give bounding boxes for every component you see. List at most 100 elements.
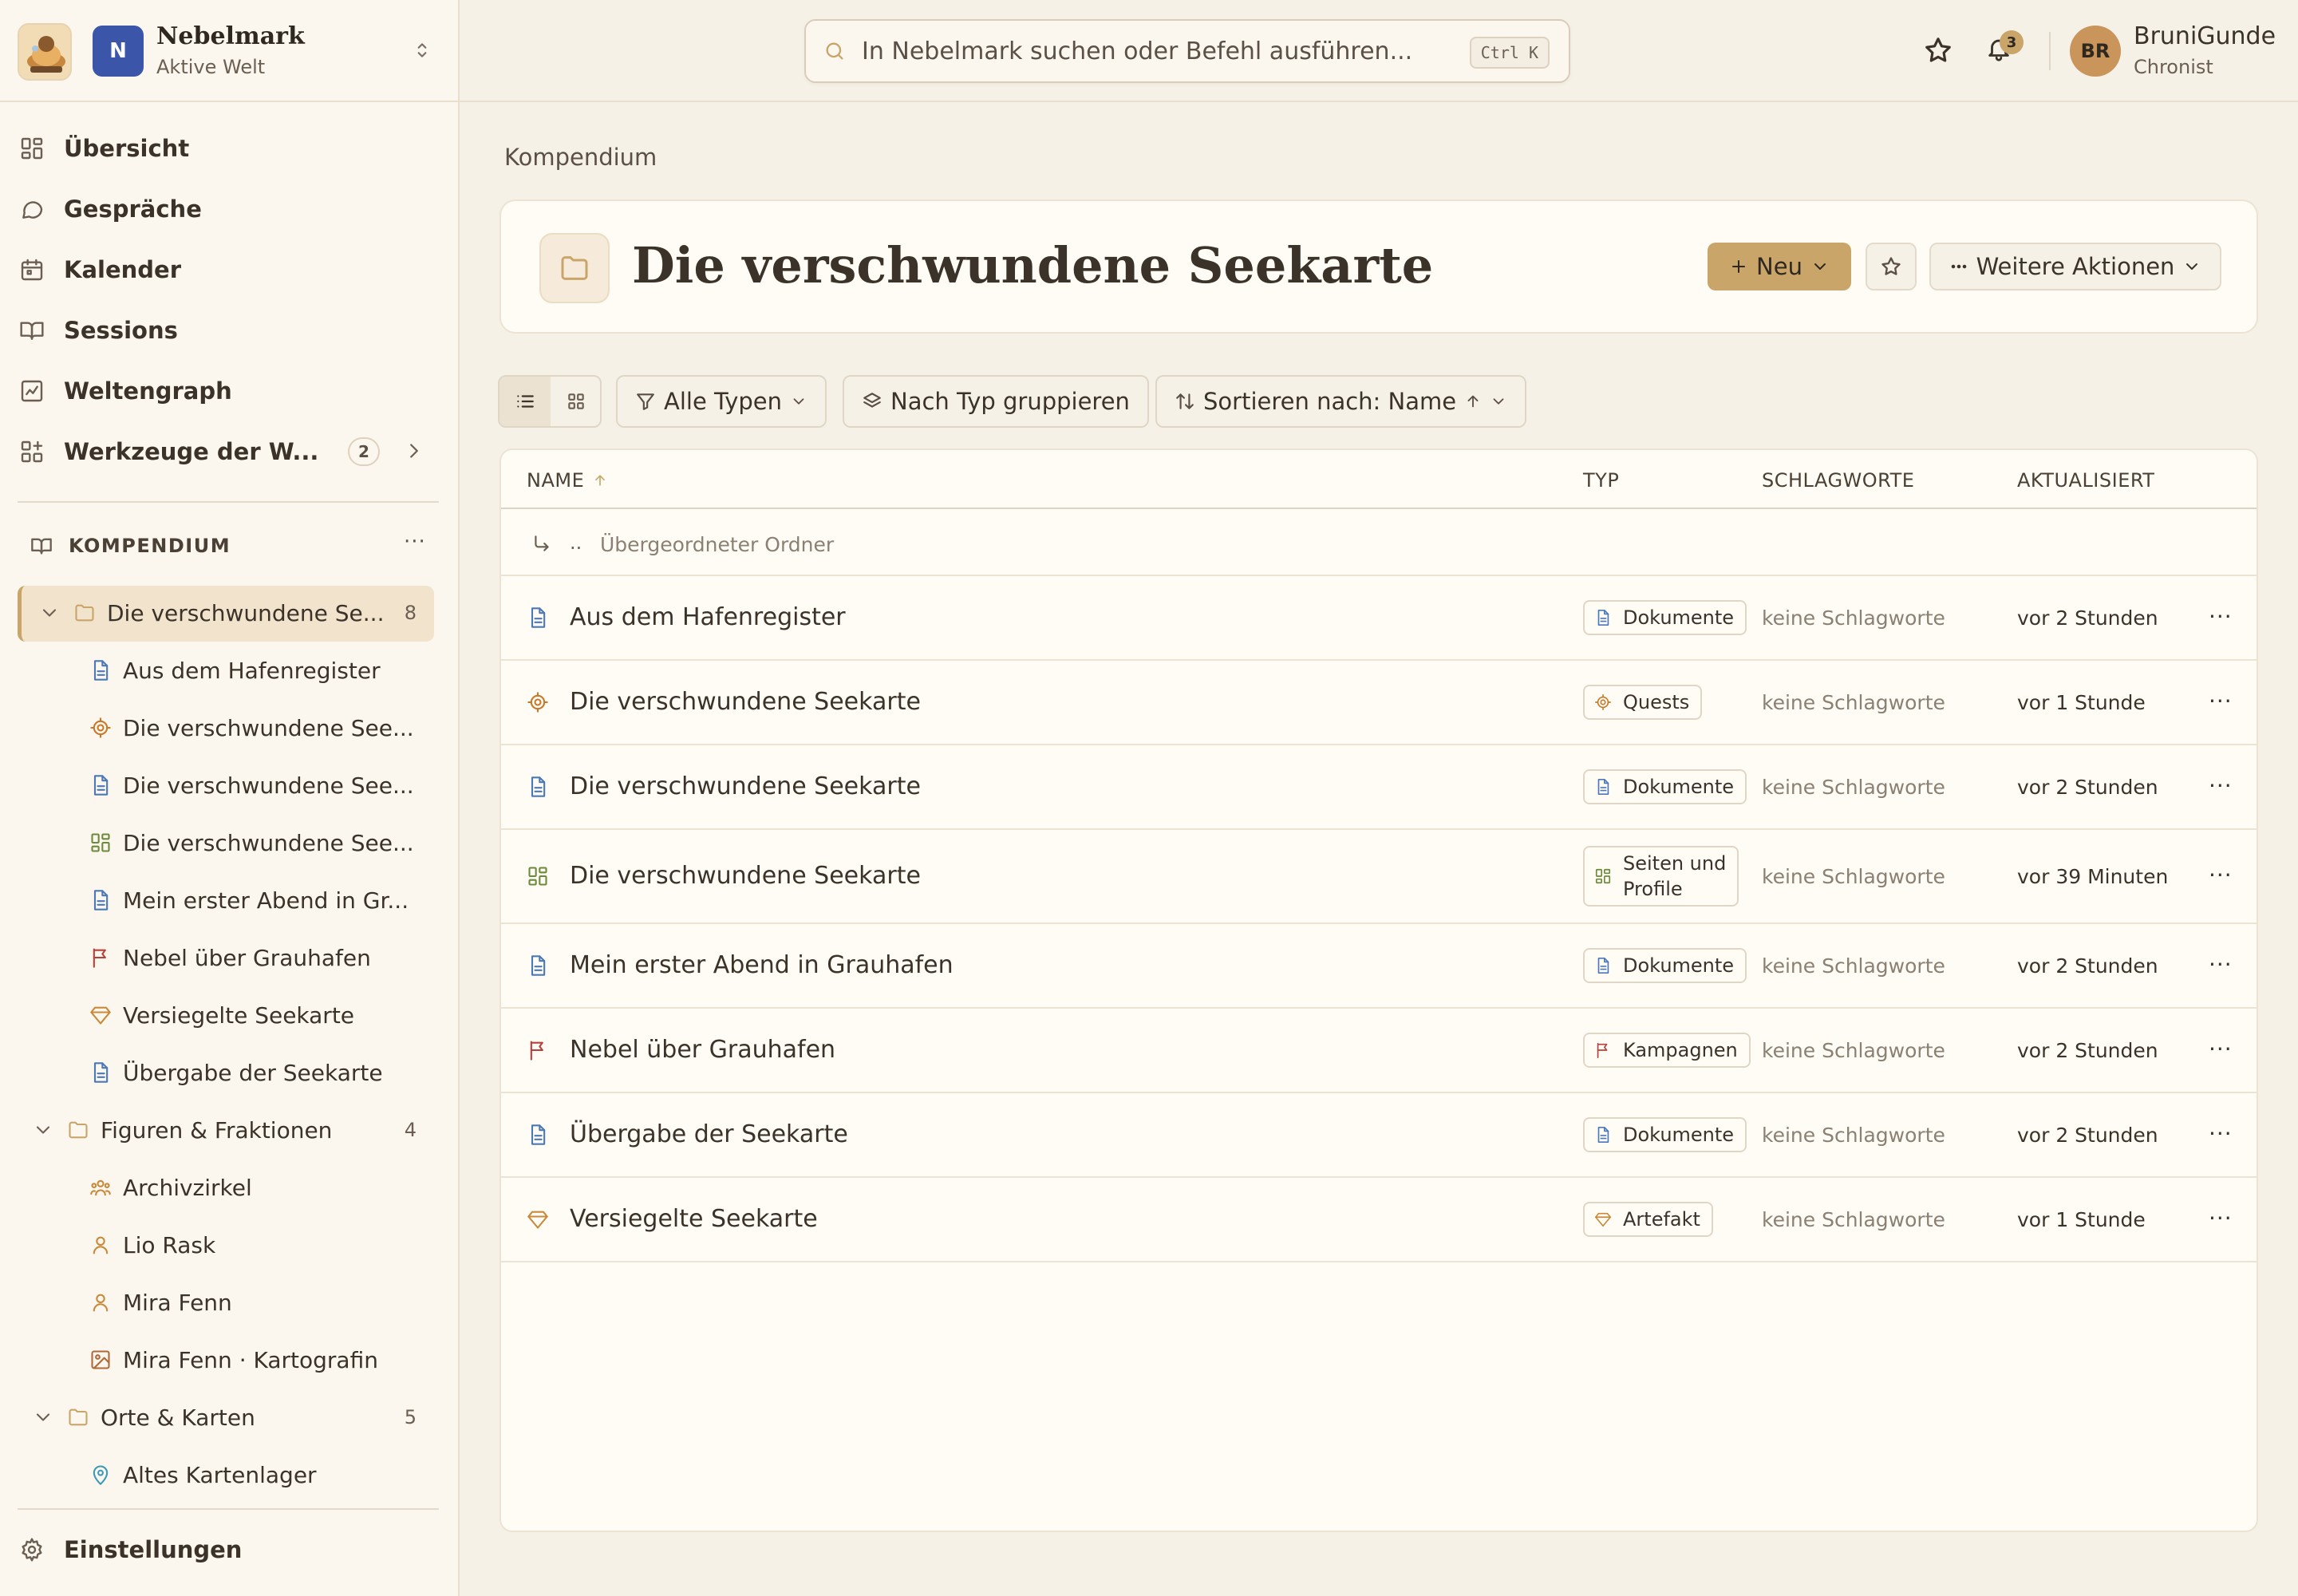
workspace-switcher[interactable]: N Nebelmark Aktive Welt: [0, 0, 458, 102]
avatar[interactable]: BR: [2070, 26, 2121, 77]
type-badge: Dokumente: [1583, 600, 1747, 635]
row-more-button[interactable]: ···: [2209, 1120, 2233, 1147]
compendium-more-button[interactable]: ···: [404, 530, 426, 554]
row-more-button[interactable]: ···: [2209, 772, 2233, 799]
row-more-button[interactable]: ···: [2209, 1036, 2233, 1062]
group-by-type-button[interactable]: Nach Typ gruppieren: [843, 375, 1149, 428]
document-icon: [531, 776, 546, 797]
tree-item[interactable]: Archivzirkel: [89, 1160, 424, 1215]
target-icon: [90, 717, 111, 738]
row-name[interactable]: Mein erster Abend in Grauhafen: [570, 951, 954, 979]
tree-item-label: Die verschwundene See...: [123, 714, 414, 741]
tree-item-label: Versiegelte Seekarte: [123, 1001, 355, 1029]
row-name[interactable]: Versiegelte Seekarte: [570, 1205, 818, 1233]
chevron-down-icon[interactable]: [38, 602, 61, 624]
tree-item[interactable]: Die verschwundene See...: [89, 701, 424, 755]
chevron-up-down-icon[interactable]: [412, 40, 432, 61]
list-view-button[interactable]: [499, 377, 551, 426]
column-header-tags[interactable]: SCHLAGWORTE: [1762, 469, 1914, 492]
chevron-down-icon[interactable]: [32, 1119, 54, 1141]
table-row[interactable]: Übergabe der Seekarte Dokumente keine Sc…: [501, 1095, 2257, 1178]
tree-item[interactable]: Nebel über Grauhafen: [89, 930, 424, 985]
column-header-name[interactable]: NAME: [527, 469, 608, 492]
row-name[interactable]: Nebel über Grauhafen: [570, 1036, 835, 1064]
tree-item[interactable]: Übergabe der Seekarte: [89, 1045, 424, 1100]
new-button-label: Neu: [1756, 253, 1802, 280]
tree-folder-figures[interactable]: Figuren & Fraktionen 4: [32, 1103, 429, 1157]
page-header-card: Die verschwundene Seekarte Neu Weitere A…: [499, 200, 2258, 334]
tree-folder-count: 4: [404, 1119, 417, 1141]
table-row[interactable]: Nebel über Grauhafen Kampagnen keine Sch…: [501, 1010, 2257, 1093]
chat-bubble-icon: [22, 201, 43, 219]
nav-item-overview[interactable]: Übersicht: [19, 124, 434, 172]
tree-item[interactable]: Mira Fenn: [89, 1275, 424, 1329]
tree-item[interactable]: Mira Fenn · Kartografin: [89, 1333, 424, 1387]
table-row[interactable]: Die verschwundene Seekarte Seiten und Pr…: [501, 832, 2257, 924]
type-badge: Seiten und Profile: [1583, 846, 1739, 907]
notification-count-badge: 3: [2000, 30, 2024, 54]
gear-icon: [22, 1538, 42, 1562]
table-row[interactable]: Die verschwundene Seekarte Quests keine …: [501, 662, 2257, 745]
nav-item-conversations[interactable]: Gespräche: [19, 185, 434, 233]
calendar-icon: [21, 259, 43, 281]
tree-folder-places[interactable]: Orte & Karten 5: [32, 1390, 429, 1444]
tree-item[interactable]: Die verschwundene See...: [89, 816, 424, 870]
user-name[interactable]: BruniGunde: [2134, 22, 2276, 50]
nav-item-world-graph[interactable]: Weltengraph: [19, 367, 434, 415]
tree-item[interactable]: Lio Rask: [89, 1218, 424, 1272]
tree-folder-seekarte[interactable]: Die verschwundene Se... 8: [38, 586, 429, 640]
row-name[interactable]: Aus dem Hafenregister: [570, 603, 846, 631]
row-more-button[interactable]: ···: [2209, 603, 2233, 630]
row-more-button[interactable]: ···: [2209, 862, 2233, 888]
type-filter-button[interactable]: Alle Typen: [616, 375, 827, 428]
line-chart-icon: [21, 380, 43, 402]
document-icon: [93, 1062, 109, 1083]
search-input[interactable]: In Nebelmark suchen oder Befehl ausführe…: [804, 19, 1570, 83]
favorites-star-icon[interactable]: [1923, 35, 1953, 65]
table-row[interactable]: Versiegelte Seekarte Artefakt keine Schl…: [501, 1179, 2257, 1262]
column-header-updated[interactable]: AKTUALISIERT: [2017, 469, 2154, 492]
row-name[interactable]: Die verschwundene Seekarte: [570, 772, 921, 800]
more-actions-button[interactable]: Weitere Aktionen: [1929, 243, 2221, 290]
sort-label: Sortieren nach: Name: [1203, 388, 1457, 415]
tree-item[interactable]: Die verschwundene See...: [89, 758, 424, 812]
grid-page-icon: [91, 833, 110, 852]
chevron-right-icon[interactable]: [402, 439, 426, 463]
table-row[interactable]: Die verschwundene Seekarte Dokumente kei…: [501, 747, 2257, 830]
favorite-button[interactable]: [1866, 243, 1917, 290]
table-row[interactable]: Mein erster Abend in Grauhafen Dokumente…: [501, 926, 2257, 1009]
tree-item[interactable]: Versiegelte Seekarte: [89, 988, 424, 1042]
plus-icon: [1732, 260, 1746, 273]
nav-item-settings[interactable]: Einstellungen: [19, 1526, 434, 1574]
sort-button[interactable]: Sortieren nach: Name: [1155, 375, 1527, 428]
grid-view-button[interactable]: [551, 377, 600, 426]
breadcrumb[interactable]: Kompendium: [504, 144, 657, 171]
nav-item-sessions[interactable]: Sessions: [19, 306, 434, 354]
chevron-down-icon: [2186, 263, 2198, 270]
person-icon: [93, 1294, 109, 1312]
nav-item-tools[interactable]: Werkzeuge der W... 2: [19, 428, 434, 476]
flag-icon: [1597, 1042, 1608, 1058]
sort-up-icon: [595, 475, 606, 486]
topbar: In Nebelmark suchen oder Befehl ausführe…: [460, 0, 2298, 102]
table-row[interactable]: Aus dem Hafenregister Dokumente keine Sc…: [501, 578, 2257, 661]
row-name[interactable]: Übergabe der Seekarte: [570, 1120, 848, 1148]
row-more-button[interactable]: ···: [2209, 688, 2233, 714]
parent-folder-row[interactable]: .. Übergeordneter Ordner: [501, 511, 2257, 576]
nav-item-calendar[interactable]: Kalender: [19, 246, 434, 294]
tree-item[interactable]: Aus dem Hafenregister: [89, 643, 424, 697]
group-icon: [90, 1179, 111, 1196]
row-more-button[interactable]: ···: [2209, 951, 2233, 978]
row-name[interactable]: Die verschwundene Seekarte: [570, 862, 921, 890]
tree-item[interactable]: Mein erster Abend in Gr...: [89, 873, 424, 927]
document-icon: [93, 660, 109, 681]
new-button[interactable]: Neu: [1708, 243, 1851, 290]
row-name[interactable]: Die verschwundene Seekarte: [570, 688, 921, 716]
row-more-button[interactable]: ···: [2209, 1205, 2233, 1231]
compendium-title: KOMPENDIUM: [69, 535, 231, 557]
group-by-label: Nach Typ gruppieren: [890, 388, 1130, 415]
column-header-type[interactable]: TYP: [1583, 469, 1619, 492]
tree-item[interactable]: Altes Kartenlager: [89, 1448, 424, 1502]
chevron-down-icon[interactable]: [32, 1406, 54, 1428]
document-icon: [1597, 958, 1609, 974]
